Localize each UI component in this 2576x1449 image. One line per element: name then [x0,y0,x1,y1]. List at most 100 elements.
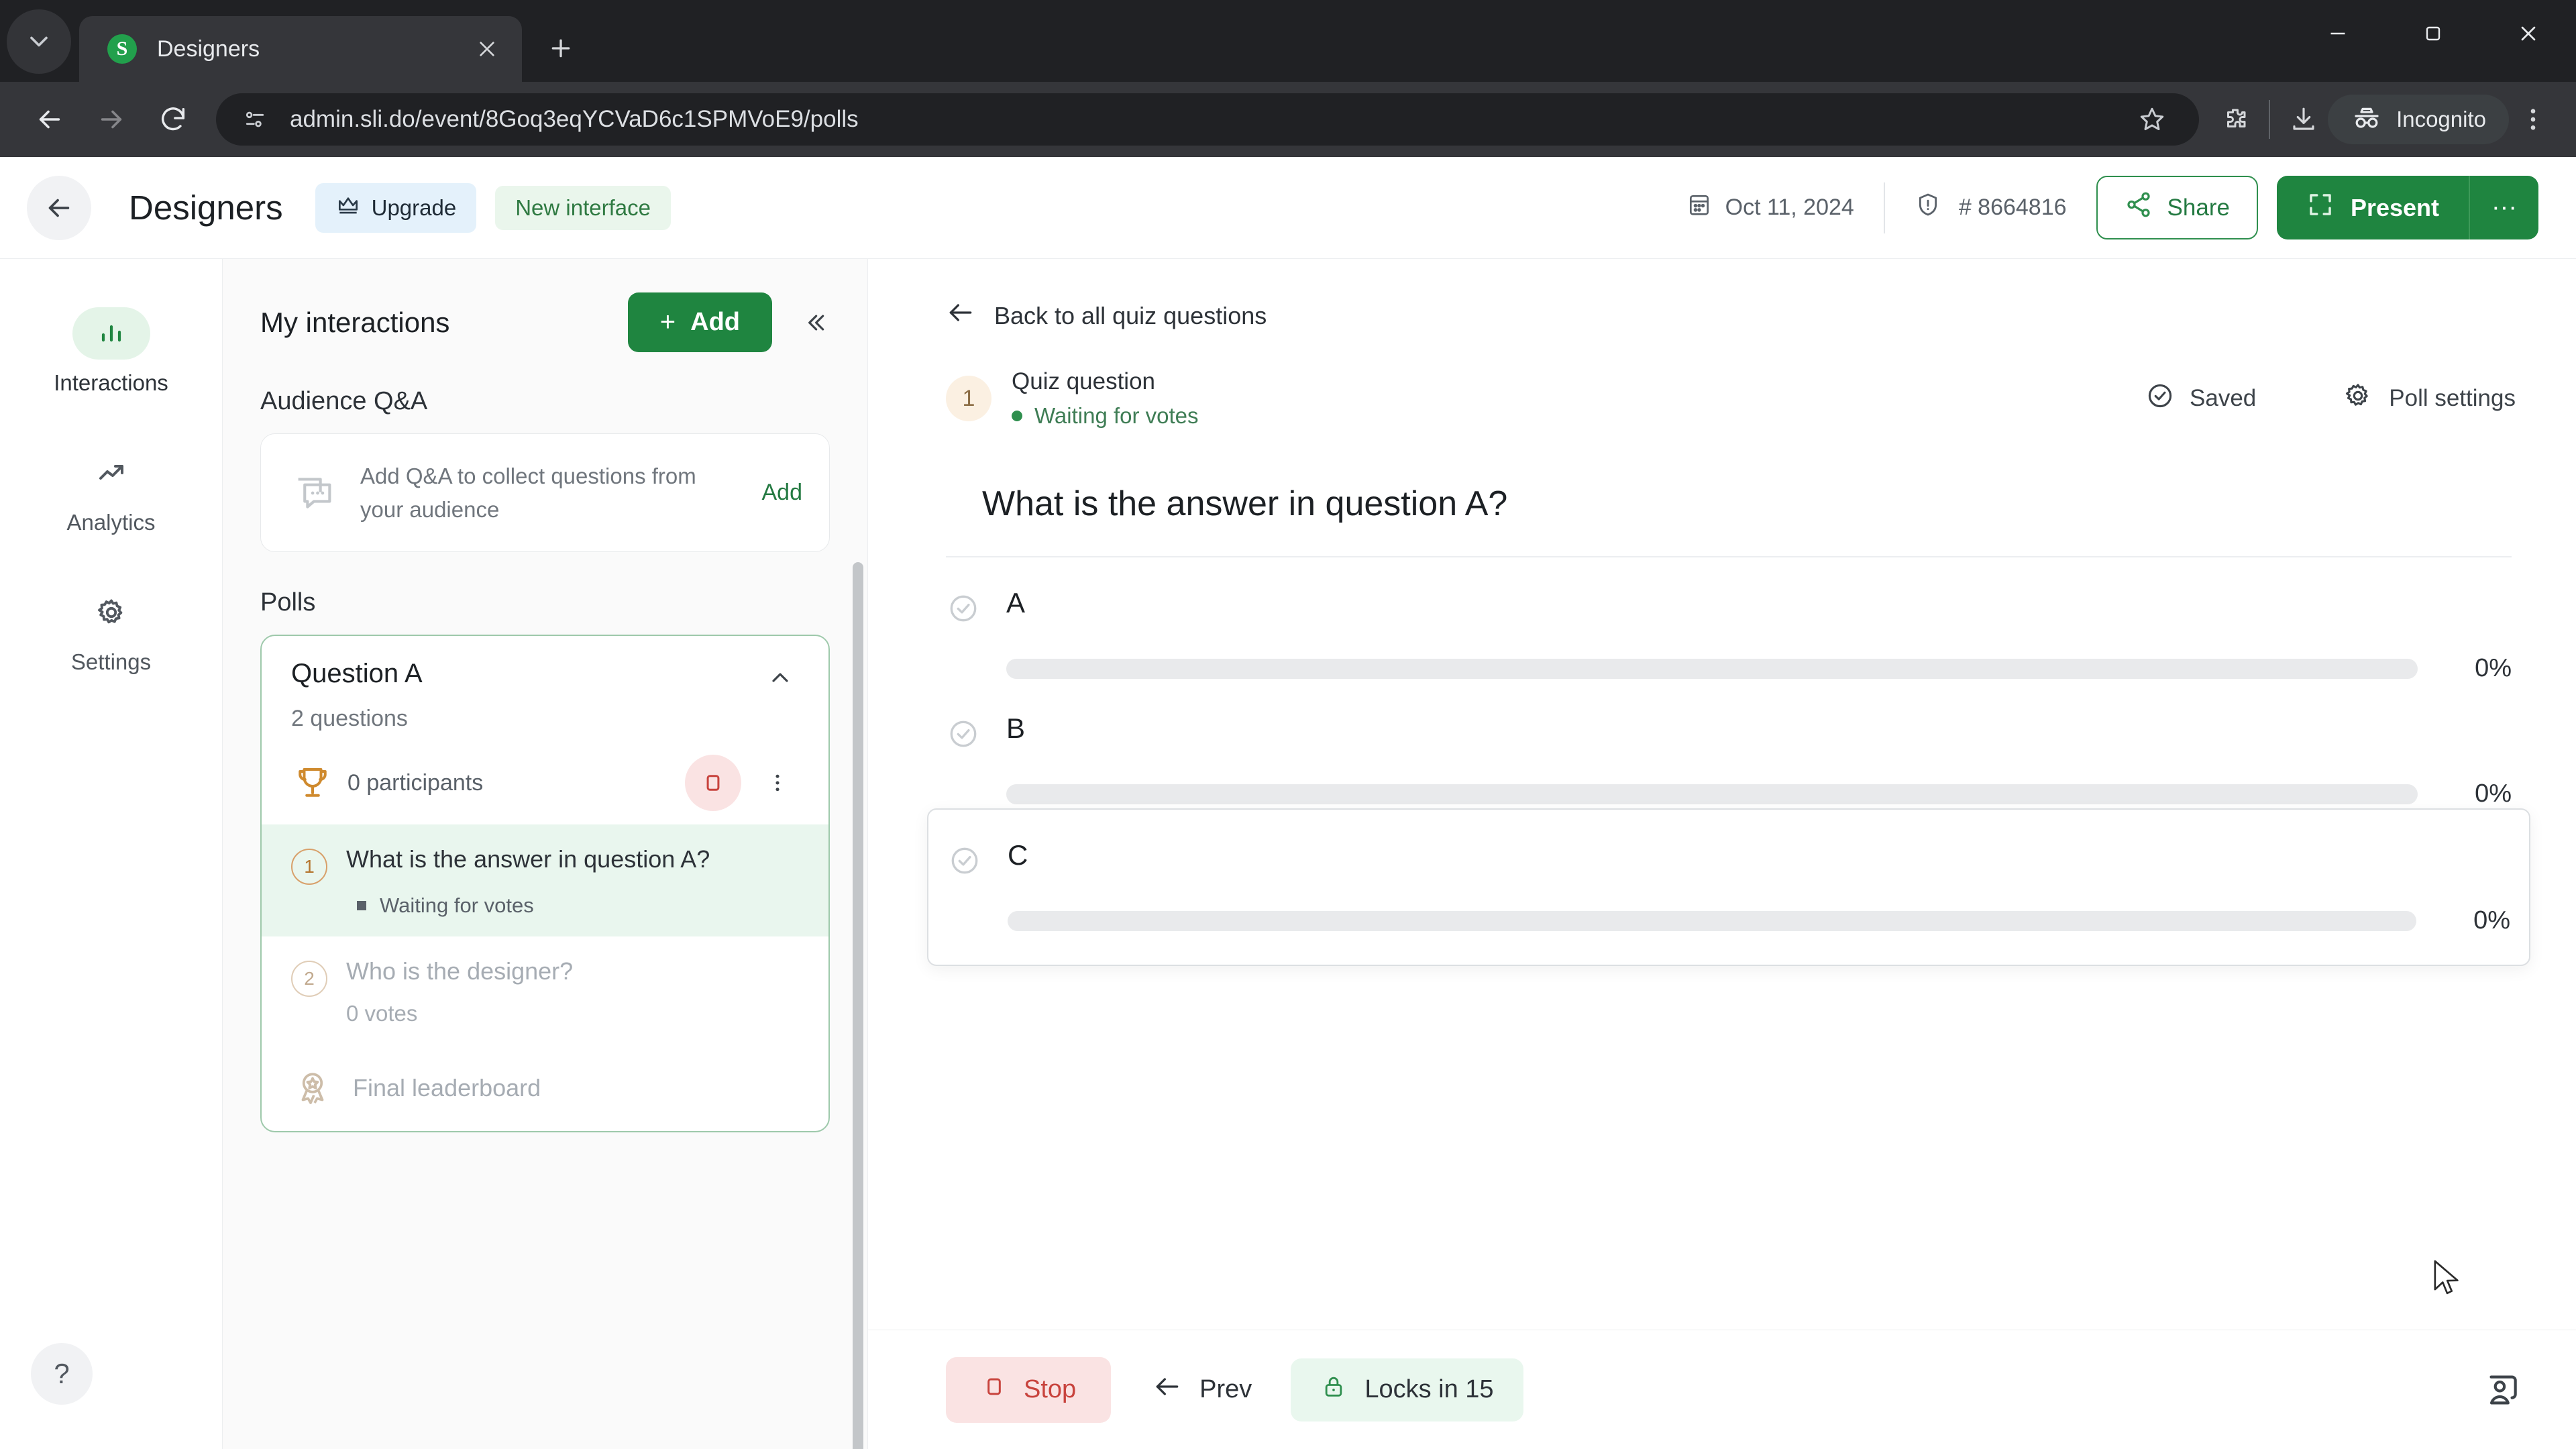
question-header-text: Quiz question Waiting for votes [1012,368,2145,429]
app-header: Designers Upgrade New interface Oct 11, … [0,157,2576,259]
site-settings-icon[interactable] [239,103,271,136]
back-link-label: Back to all quiz questions [994,301,1267,329]
event-code-text: # 8664816 [1958,195,2067,220]
poll-card-header: Question A 2 questions 0 participants [262,636,828,824]
tab-close-icon[interactable] [470,32,504,66]
chevron-up-icon[interactable] [761,659,799,696]
question-kind-label: Quiz question [1012,368,1156,394]
share-button[interactable]: Share [2096,176,2258,239]
help-button[interactable]: ? [31,1343,93,1405]
downloads-icon[interactable] [2279,95,2328,144]
check-circle-outline-icon[interactable] [946,716,981,751]
new-interface-button[interactable]: New interface [495,185,671,230]
audience-qa-text: Add Q&A to collect questions from your a… [360,464,696,522]
back-arrow-icon [946,298,975,333]
toolbar-divider [2269,100,2271,139]
answer-option-body: A 0% [1006,587,2512,683]
audience-qa-add-button[interactable]: Add [762,480,803,506]
panel-header: My interactions + Add [223,259,867,375]
question-number-badge: 1 [291,849,327,885]
add-interaction-button[interactable]: + Add [627,292,772,352]
check-circle-outline-icon[interactable] [946,591,981,626]
close-window-icon[interactable] [2481,0,2576,67]
new-tab-icon[interactable] [537,24,585,72]
present-button[interactable]: Present [2277,176,2469,239]
answer-option-percent: 0% [2473,906,2510,934]
event-date-button[interactable]: Oct 11, 2024 [1686,192,1854,223]
locks-in-countdown[interactable]: Locks in 15 [1291,1358,1523,1421]
add-label: Add [690,308,740,336]
check-circle-outline-icon[interactable] [947,843,982,878]
answer-option-result-row: 0% [1008,906,2510,935]
answer-option-body: C 0% [1008,839,2510,935]
prev-button[interactable]: Prev [1152,1372,1252,1408]
double-chevron-left-icon[interactable] [795,303,835,343]
presenter-view-icon[interactable] [2475,1364,2528,1416]
tab-search-icon[interactable] [7,9,71,74]
sidebar-item-label: Analytics [66,510,156,535]
audience-qa-section-title: Audience Q&A [260,387,428,415]
favicon-slido: S [107,34,137,64]
sidebar-item-analytics[interactable]: Analytics [0,447,222,535]
poll-card-stop-button[interactable] [685,755,741,811]
sidebar-item-label: Interactions [54,370,168,395]
status-dot-icon [1012,411,1022,421]
minimize-icon[interactable] [2290,0,2385,67]
answer-option-row[interactable]: A 0% [946,557,2512,683]
app-back-button[interactable] [27,175,91,240]
browser-tabstrip: S Designers [0,0,2576,82]
question-title-field[interactable]: What is the answer in question A? [946,464,2512,557]
question-text: What is the answer in question A? [346,845,710,873]
answer-option-label: B [1006,712,1026,744]
present-more-button[interactable]: ··· [2469,176,2538,239]
poll-question-item-2[interactable]: 2 Who is the designer? 0 votes [262,936,828,1046]
reload-icon[interactable] [142,89,204,150]
final-leaderboard-item[interactable]: Final leaderboard [262,1045,828,1131]
back-arrow-icon[interactable] [19,89,80,150]
favicon-letter: S [116,38,128,60]
sidebar-item-settings[interactable]: Settings [0,586,222,675]
forward-arrow-icon[interactable] [80,89,142,150]
stop-button[interactable]: Stop [946,1356,1112,1423]
award-ribbon-icon [291,1067,334,1110]
poll-question-item-1[interactable]: 1 What is the answer in question A? Wait… [262,824,828,936]
three-dot-vertical-icon[interactable] [756,761,799,804]
question-status-text: Waiting for votes [1034,403,1199,428]
panel-scrollbar[interactable] [853,562,863,1449]
bookmark-star-icon[interactable] [2128,95,2176,144]
poll-card-question-a: Question A 2 questions 0 participants 1 … [260,635,830,1133]
upgrade-button[interactable]: Upgrade [315,182,477,233]
presenter-footer-toolbar: Stop Prev Locks in 15 [868,1330,2576,1449]
polls-section-title: Polls [260,588,316,616]
answer-option-percent: 0% [2475,780,2512,808]
sidebar-item-interactions[interactable]: Interactions [0,307,222,396]
trending-up-icon [72,447,150,499]
answer-option-body: B 0% [1006,712,2512,808]
question-text: Who is the designer? [346,957,574,985]
poll-card-subtitle: 2 questions [291,706,408,731]
mouse-cursor [2432,1260,2463,1301]
poll-card-name: Question A [291,659,423,688]
help-label: ? [54,1358,70,1389]
share-label: Share [2167,194,2230,221]
profile-label: Incognito [2396,107,2486,131]
answer-option-row[interactable]: B 0% [946,683,2512,808]
extensions-puzzle-icon[interactable] [2211,95,2259,144]
event-date-text: Oct 11, 2024 [1725,195,1854,220]
back-to-all-quiz-questions-link[interactable]: Back to all quiz questions [868,259,1267,333]
audience-qa-card[interactable]: Add Q&A to collect questions from your a… [260,433,830,552]
answer-options-list: A 0% B 0% C 0% [868,557,2576,966]
browser-tab[interactable]: S Designers [79,16,522,82]
maximize-icon[interactable] [2385,0,2481,67]
tab-title: Designers [157,36,260,62]
address-bar[interactable]: admin.sli.do/event/8Goq3eqYCVaD6c1SPMVoE… [216,93,2200,146]
stop-square-icon [981,1373,1008,1407]
incognito-profile-button[interactable]: Incognito [2328,95,2509,144]
answer-option-row-dragging[interactable]: C 0% [927,808,2530,966]
three-dot-menu-icon[interactable] [2509,95,2557,144]
stop-label: Stop [1024,1375,1077,1403]
question-header: 1 Quiz question Waiting for votes Saved … [868,333,2576,429]
poll-settings-label: Poll settings [2389,385,2516,411]
poll-settings-button[interactable]: Poll settings [2343,381,2516,417]
question-number-badge: 2 [291,960,327,997]
